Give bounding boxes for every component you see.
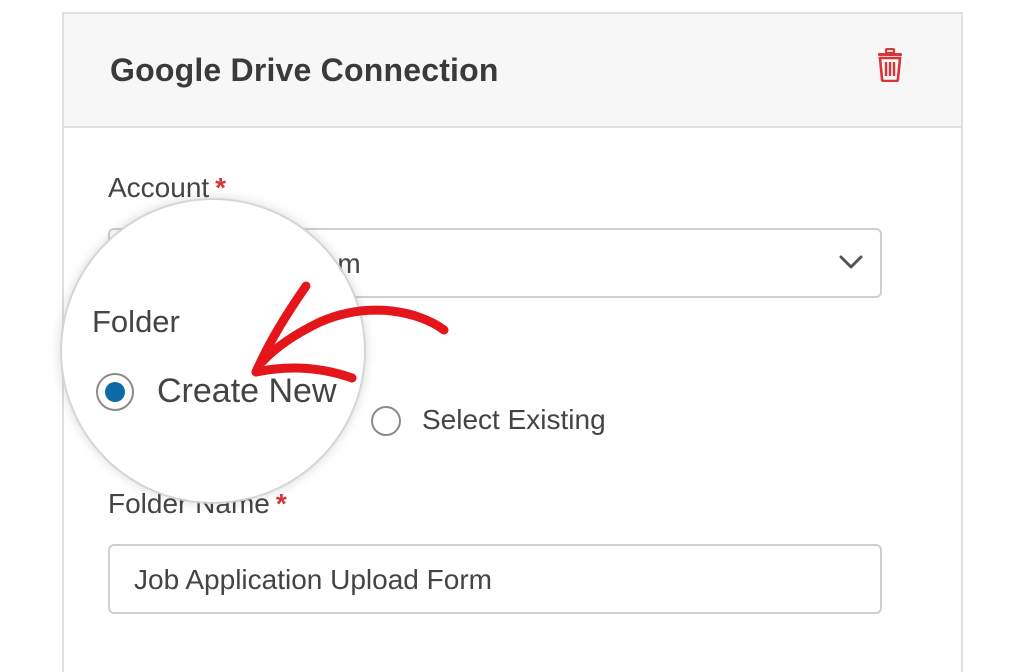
folder-label: Folder: [92, 304, 180, 339]
radio-selected-dot: [105, 382, 125, 402]
create-new-radio[interactable]: [96, 373, 134, 411]
required-mark: *: [275, 488, 287, 519]
folder-name-value: Job Application Upload Form: [134, 564, 492, 595]
chevron-down-icon[interactable]: [838, 252, 864, 272]
account-label-text: Account: [108, 172, 210, 203]
delete-connection-button[interactable]: [875, 47, 905, 83]
required-mark: *: [215, 172, 227, 203]
select-existing-label[interactable]: Select Existing: [422, 404, 606, 436]
select-existing-radio[interactable]: [371, 406, 401, 436]
magnifier-callout: Folder Create New: [62, 200, 364, 502]
trash-icon: [878, 47, 902, 83]
panel-title: Google Drive Connection: [110, 52, 499, 88]
panel-header: Google Drive Connection: [64, 14, 961, 128]
create-new-label[interactable]: Create New: [157, 372, 337, 411]
